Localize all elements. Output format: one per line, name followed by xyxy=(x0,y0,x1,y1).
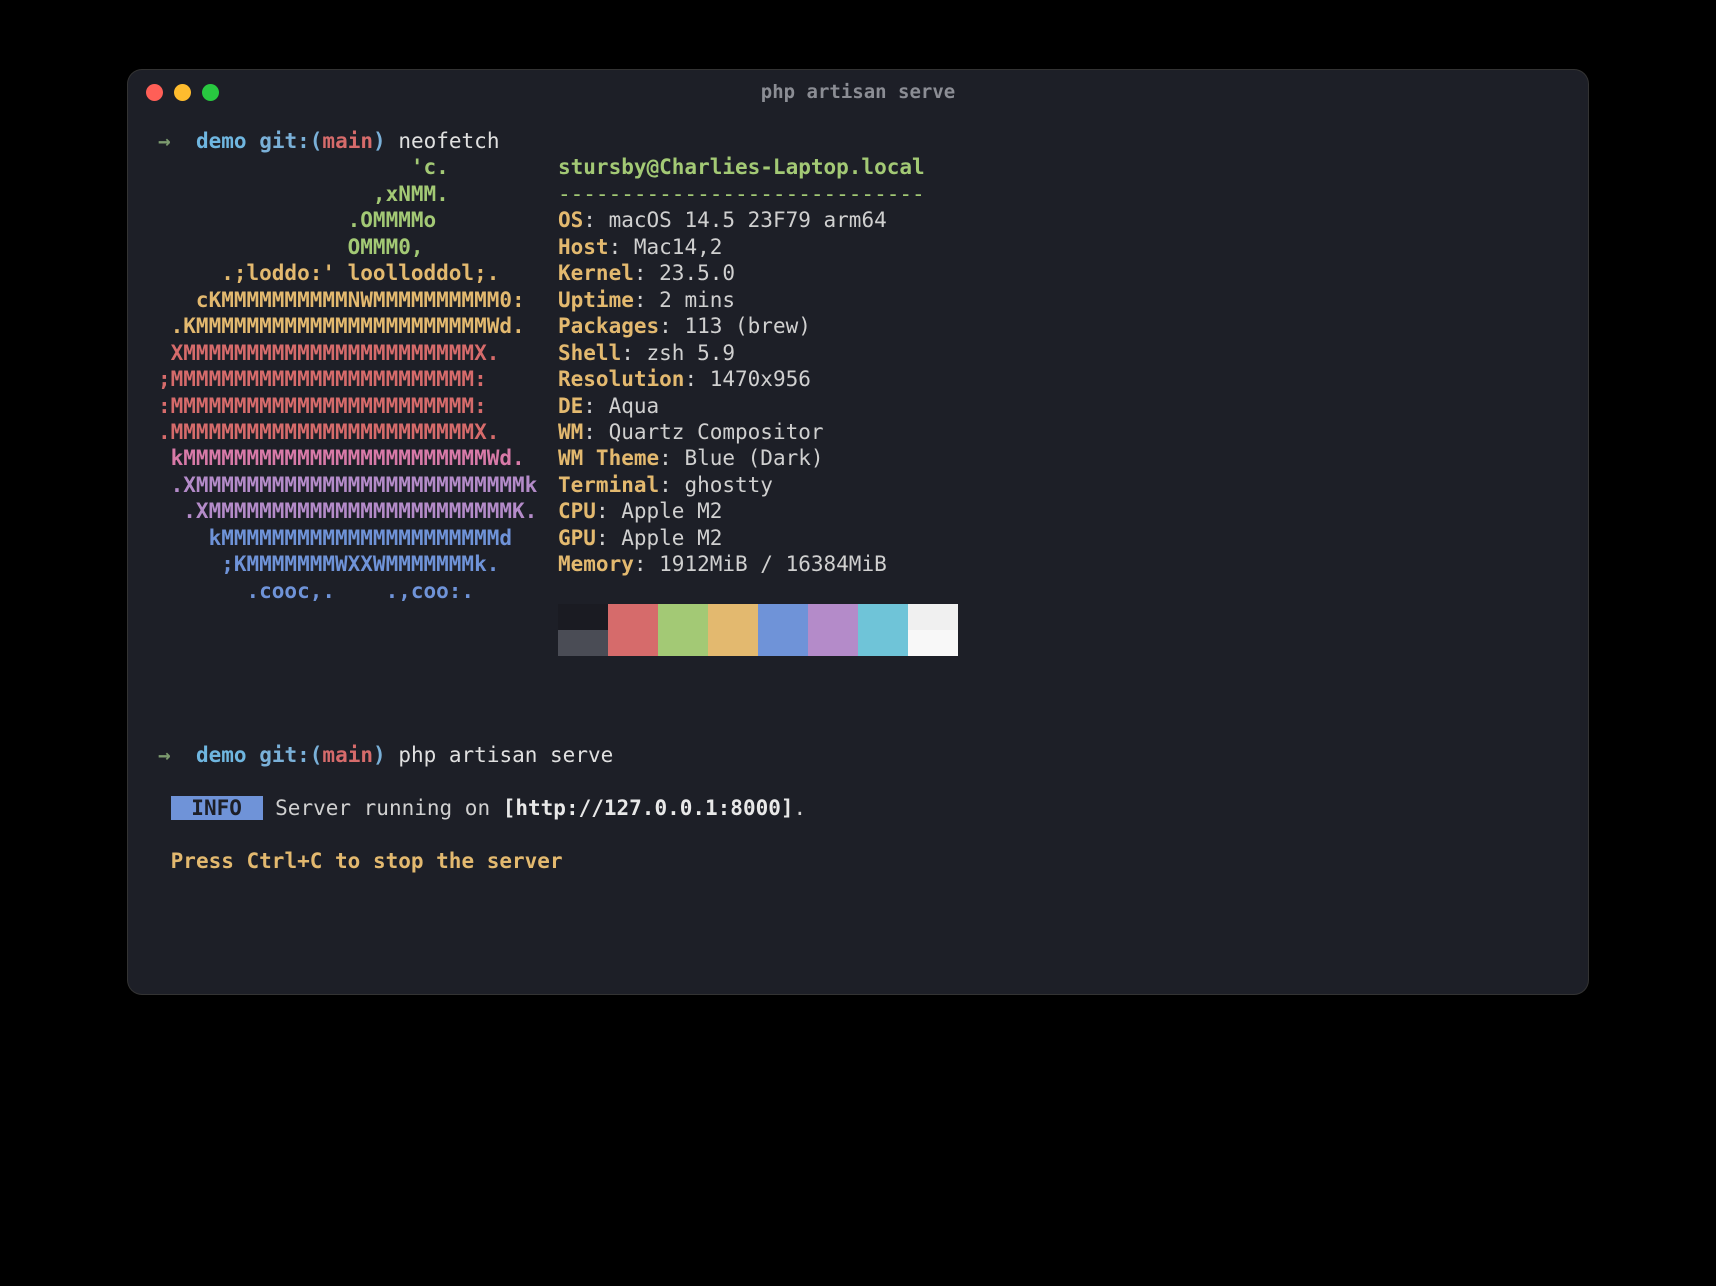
info-key: CPU xyxy=(558,499,596,523)
info-badge: INFO xyxy=(171,796,263,820)
maximize-icon[interactable] xyxy=(202,84,219,101)
ascii-line: :MMMMMMMMMMMMMMMMMMMMMMMM: xyxy=(158,394,487,418)
server-url: [http://127.0.0.1:8000] xyxy=(503,796,794,820)
color-swatches xyxy=(558,604,958,656)
traffic-lights xyxy=(146,84,219,101)
prompt-branch: main xyxy=(322,743,373,767)
color-swatch xyxy=(708,604,758,630)
prompt-arrow-icon: → xyxy=(158,743,171,767)
ascii-line: OMMM0, xyxy=(158,235,424,259)
color-swatch xyxy=(758,604,808,630)
ascii-line: kMMMMMMMMMMMMMMMMMMMMMMd xyxy=(158,526,512,550)
ascii-line: .XMMMMMMMMMMMMMMMMMMMMMMMMMMk xyxy=(158,473,537,497)
ascii-art: 'c. ,xNMM. .OMMMMo OMMM0, .;loddo:' lool… xyxy=(158,154,558,662)
color-swatch xyxy=(558,604,608,630)
color-swatch xyxy=(658,630,708,656)
info-key: WM xyxy=(558,420,583,444)
info-value: 23.5.0 xyxy=(659,261,735,285)
server-running-text: Server running on xyxy=(263,796,503,820)
color-swatch xyxy=(608,630,658,656)
ascii-line: ;MMMMMMMMMMMMMMMMMMMMMMMM: xyxy=(158,367,487,391)
divider: ----------------------------- xyxy=(558,182,925,206)
ascii-line: .XMMMMMMMMMMMMMMMMMMMMMMMMK. xyxy=(158,499,537,523)
prompt-directory: demo xyxy=(196,743,247,767)
prompt-paren-open: ( xyxy=(310,743,323,767)
ascii-line: cKMMMMMMMMMMNWMMMMMMMMMM0: xyxy=(158,288,525,312)
color-swatch xyxy=(558,630,608,656)
system-info: stursby@Charlies-Laptop.local ----------… xyxy=(558,154,958,662)
color-swatch xyxy=(758,630,808,656)
prompt-command: php artisan serve xyxy=(398,743,613,767)
color-swatch xyxy=(858,630,908,656)
stop-instruction: Press Ctrl+C to stop the server xyxy=(171,849,563,873)
color-swatch xyxy=(908,630,958,656)
window-title: php artisan serve xyxy=(128,81,1588,103)
ascii-line: .OMMMMo xyxy=(158,208,436,232)
ascii-line: .MMMMMMMMMMMMMMMMMMMMMMMMX. xyxy=(158,420,499,444)
minimize-icon[interactable] xyxy=(174,84,191,101)
info-value: Aqua xyxy=(609,394,660,418)
terminal-body[interactable]: → demo git:(main) neofetch 'c. ,xNMM. .O… xyxy=(128,114,1588,994)
info-value: 2 mins xyxy=(659,288,735,312)
info-key: DE xyxy=(558,394,583,418)
info-value: : xyxy=(583,208,608,232)
info-value: Apple M2 xyxy=(621,499,722,523)
info-key: Resolution xyxy=(558,367,684,391)
prompt-arrow-icon: → xyxy=(158,129,171,153)
info-value: ghostty xyxy=(684,473,773,497)
prompt-line-1: → demo git:(main) neofetch xyxy=(158,129,499,153)
info-value: zsh 5.9 xyxy=(647,341,736,365)
prompt-paren-close: ) xyxy=(373,129,386,153)
info-key: Packages xyxy=(558,314,659,338)
info-value: Quartz Compositor xyxy=(609,420,824,444)
info-key: OS xyxy=(558,208,583,232)
prompt-paren-open: ( xyxy=(310,129,323,153)
prompt-command: neofetch xyxy=(398,129,499,153)
color-swatch xyxy=(708,630,758,656)
info-value: 1912MiB / 16384MiB xyxy=(659,552,887,576)
color-swatch xyxy=(808,630,858,656)
terminal-window: php artisan serve → demo git:(main) neof… xyxy=(128,70,1588,994)
prompt-git-label: git: xyxy=(259,129,310,153)
info-key: Memory xyxy=(558,552,634,576)
info-key: GPU xyxy=(558,526,596,550)
info-value: 113 (brew) xyxy=(684,314,810,338)
ascii-line: .cooc,. .,coo:. xyxy=(158,579,474,603)
info-key: Terminal xyxy=(558,473,659,497)
info-value: Mac14,2 xyxy=(634,235,723,259)
color-swatch xyxy=(608,604,658,630)
info-key: Uptime xyxy=(558,288,634,312)
neofetch-output: 'c. ,xNMM. .OMMMMo OMMM0, .;loddo:' lool… xyxy=(158,154,1558,662)
color-swatch xyxy=(908,604,958,630)
color-swatch xyxy=(808,604,858,630)
color-swatch xyxy=(858,604,908,630)
info-key: WM Theme xyxy=(558,446,659,470)
info-value: Blue (Dark) xyxy=(684,446,823,470)
info-value: 1470x956 xyxy=(710,367,811,391)
info-key: Shell xyxy=(558,341,621,365)
server-period: . xyxy=(794,796,807,820)
info-key: Kernel xyxy=(558,261,634,285)
titlebar: php artisan serve xyxy=(128,70,1588,114)
info-value: Apple M2 xyxy=(621,526,722,550)
info-value: macOS 14.5 23F79 arm64 xyxy=(609,208,887,232)
ascii-line: 'c. xyxy=(158,155,449,179)
color-swatch xyxy=(658,604,708,630)
prompt-git-label: git: xyxy=(259,743,310,767)
ascii-line: .;loddo:' loolloddol;. xyxy=(158,261,499,285)
ascii-line: ;KMMMMMMMWXXWMMMMMMMk. xyxy=(158,552,499,576)
close-icon[interactable] xyxy=(146,84,163,101)
ascii-line: XMMMMMMMMMMMMMMMMMMMMMMMX. xyxy=(158,341,499,365)
prompt-paren-close: ) xyxy=(373,743,386,767)
info-key: Host xyxy=(558,235,609,259)
ascii-line: .KMMMMMMMMMMMMMMMMMMMMMMMWd. xyxy=(158,314,525,338)
prompt-line-2: → demo git:(main) php artisan serve xyxy=(158,743,613,767)
prompt-directory: demo xyxy=(196,129,247,153)
user-host: stursby@Charlies-Laptop.local xyxy=(558,155,925,179)
ascii-line: kMMMMMMMMMMMMMMMMMMMMMMMMWd. xyxy=(158,446,525,470)
prompt-branch: main xyxy=(322,129,373,153)
ascii-line: ,xNMM. xyxy=(158,182,449,206)
